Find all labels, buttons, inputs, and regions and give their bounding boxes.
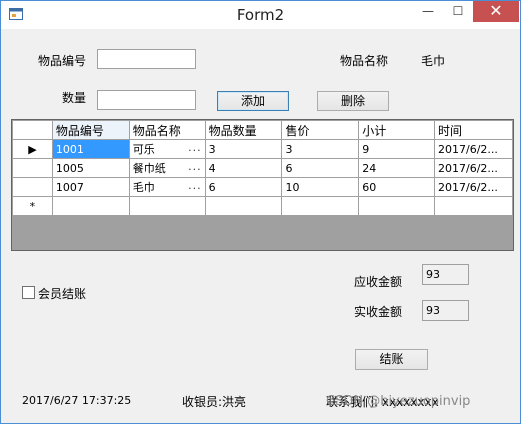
table-cell[interactable]: 2017/6/2... (434, 139, 513, 159)
cell-text: 毛巾 (132, 181, 155, 194)
item-code-label: 物品编号 (38, 54, 87, 68)
table-cell[interactable] (51, 196, 130, 216)
cell-text: 餐巾纸 (132, 162, 166, 175)
table-cell[interactable]: 9 (358, 139, 436, 159)
cashier-label: 收银员:洪亮 (182, 395, 247, 409)
item-code-input[interactable] (97, 49, 196, 69)
table-cell[interactable]: 毛巾... (128, 177, 206, 197)
table-row[interactable]: 1005 餐巾纸... 4 6 24 2017/6/2... (12, 158, 513, 178)
table-cell[interactable]: 1001 (51, 139, 130, 159)
new-row-marker-icon[interactable]: * (12, 196, 53, 216)
close-button[interactable]: ✕ (473, 1, 519, 22)
table-cell[interactable]: 4 (204, 158, 283, 178)
table-cell[interactable]: 6 (204, 177, 283, 197)
current-row-indicator-icon[interactable]: ▶ (12, 139, 53, 159)
column-header[interactable]: 物品编号 (51, 120, 130, 140)
maximize-button[interactable]: ☐ (443, 1, 473, 22)
datetime-label: 2017/6/27 17:37:25 (22, 394, 132, 407)
received-label: 实收金额 (354, 305, 403, 319)
member-checkout-checkbox[interactable] (22, 286, 35, 299)
column-header[interactable]: 小计 (358, 120, 436, 140)
table-cell[interactable]: 24 (358, 158, 436, 178)
title-bar[interactable]: Form2 — ☐ ✕ (1, 1, 520, 29)
receivable-label: 应收金额 (354, 275, 403, 289)
row-header[interactable] (12, 158, 53, 178)
minimize-button[interactable]: — (413, 1, 443, 22)
column-header[interactable]: 物品名称 (128, 120, 206, 140)
table-cell[interactable] (128, 196, 206, 216)
table-cell[interactable] (204, 196, 283, 216)
row-header[interactable] (12, 177, 53, 197)
table-cell[interactable]: 60 (358, 177, 436, 197)
column-header[interactable]: 时间 (434, 120, 513, 140)
ellipsis-text: ... (188, 160, 202, 173)
table-cell[interactable] (434, 196, 513, 216)
column-header[interactable]: 物品数量 (204, 120, 283, 140)
checkout-button[interactable]: 结账 (355, 349, 428, 370)
ellipsis-text: ... (188, 179, 202, 192)
table-cell[interactable]: 1007 (51, 177, 130, 197)
cell-text: 可乐 (132, 143, 155, 156)
item-name-label: 物品名称 (340, 54, 389, 68)
ellipsis-text: ... (188, 141, 202, 154)
watermark-text: CSDN @biyezuopinvip (326, 394, 471, 409)
table-row[interactable]: 1007 毛巾... 6 10 60 2017/6/2... (12, 177, 513, 197)
table-cell[interactable]: 3 (204, 139, 283, 159)
quantity-input[interactable] (97, 90, 196, 110)
items-grid[interactable]: 物品编号 物品名称 物品数量 售价 小计 时间 ▶ 1001 可乐... 3 3… (11, 119, 514, 251)
grid-corner[interactable] (12, 120, 53, 140)
table-cell[interactable]: 可乐... (128, 139, 206, 159)
column-header[interactable]: 售价 (281, 120, 360, 140)
table-cell[interactable]: 2017/6/2... (434, 177, 513, 197)
table-cell[interactable]: 1005 (51, 158, 130, 178)
table-cell[interactable]: 2017/6/2... (434, 158, 513, 178)
table-cell[interactable]: 6 (281, 158, 360, 178)
receivable-amount-field[interactable]: 93 (422, 264, 469, 285)
new-row[interactable]: * (12, 196, 513, 216)
table-row[interactable]: ▶ 1001 可乐... 3 3 9 2017/6/2... (12, 139, 513, 159)
received-amount-field[interactable]: 93 (422, 300, 469, 321)
item-name-value: 毛巾 (421, 54, 446, 68)
grid-header-row: 物品编号 物品名称 物品数量 售价 小计 时间 (12, 120, 513, 140)
table-cell[interactable] (281, 196, 360, 216)
add-button[interactable]: 添加 (217, 91, 289, 111)
delete-button[interactable]: 删除 (317, 91, 389, 111)
table-cell[interactable] (358, 196, 436, 216)
quantity-label: 数量 (62, 91, 87, 105)
table-cell[interactable]: 3 (281, 139, 360, 159)
table-cell[interactable]: 10 (281, 177, 360, 197)
form2-window: Form2 — ☐ ✕ 物品编号 物品名称 毛巾 数量 添加 删除 物品编号 物… (0, 0, 521, 424)
member-checkout-label[interactable]: 会员结账 (38, 285, 86, 302)
table-cell[interactable]: 餐巾纸... (128, 158, 206, 178)
